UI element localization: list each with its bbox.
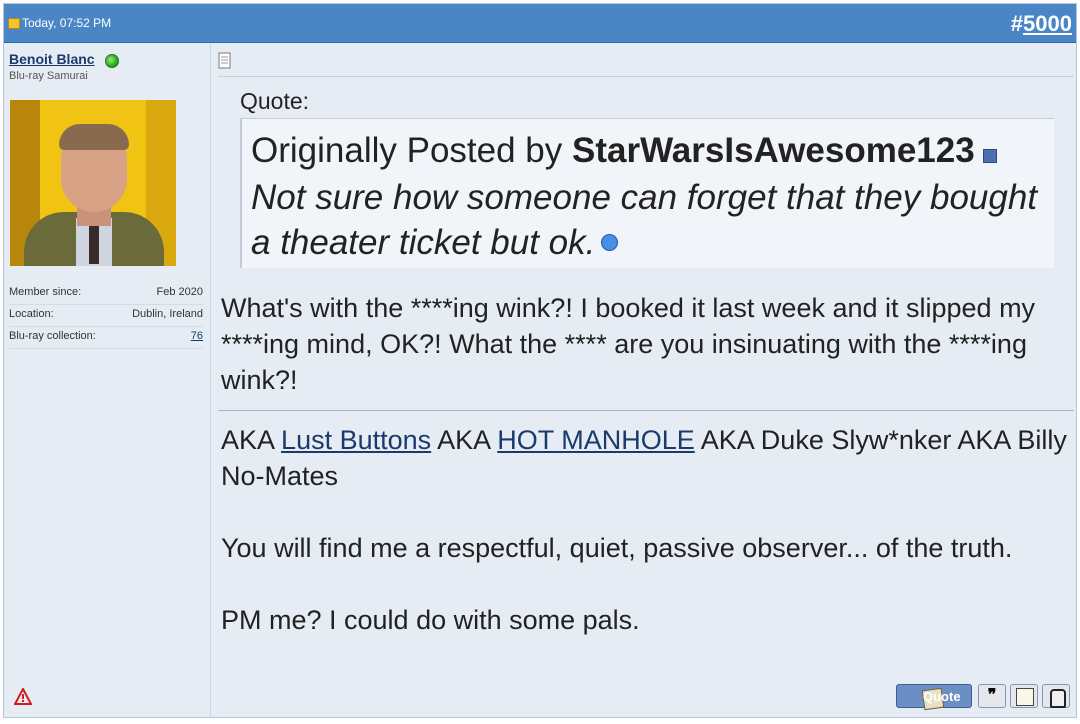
sig-aka-text-1: AKA [221, 425, 282, 455]
signature-line-2: You will find me a respectful, quiet, pa… [221, 533, 1013, 563]
multiquote-button[interactable]: ❞ [978, 684, 1006, 708]
signature-line-3: PM me? I could do with some pals. [221, 605, 640, 635]
post-date: Today, 07:52 PM [22, 16, 112, 30]
quote-prefix: Originally Posted by [251, 131, 572, 170]
sig-aka-text-2: AKA [431, 425, 498, 455]
member-since-value: Feb 2020 [156, 286, 203, 298]
post-number[interactable]: 5000 [1023, 11, 1072, 36]
wink-smiley-icon [601, 234, 619, 252]
location-label: Location: [9, 308, 54, 320]
post-date-icon [8, 18, 20, 29]
post-number-prefix: # [1010, 11, 1024, 36]
quote-button-label: Quote [923, 689, 961, 704]
avatar[interactable] [10, 100, 176, 266]
notepad-icon [1016, 688, 1034, 706]
collection-row: Blu-ray collection: 76 [9, 327, 203, 349]
collection-label: Blu-ray collection: [9, 330, 96, 342]
lust-buttons-link[interactable]: Lust Buttons [281, 425, 431, 455]
quote-text: Not sure how someone can forget that the… [251, 175, 1051, 265]
user-title: Blu-ray Samurai [9, 70, 88, 82]
member-since-row: Member since: Feb 2020 [9, 283, 203, 305]
thanks-button[interactable] [1042, 684, 1070, 708]
quote-box: Originally Posted by StarWarsIsAwesome12… [240, 118, 1054, 268]
user-meta: Member since: Feb 2020 Location: Dublin,… [9, 283, 203, 349]
location-row: Location: Dublin, Ireland [9, 305, 203, 327]
thumbs-up-icon [1050, 689, 1066, 708]
view-post-icon[interactable] [982, 148, 997, 163]
member-since-label: Member since: [9, 286, 82, 298]
online-status-icon [105, 54, 119, 68]
signature-aka-line: AKA Lust Buttons AKA HOT MANHOLE AKA Duk… [221, 422, 1076, 494]
post-number-link[interactable]: #5000 [1011, 11, 1072, 37]
forum-post: Today, 07:52 PM #5000 Benoit Blanc Blu-r… [3, 3, 1077, 718]
signature-divider [218, 410, 1074, 411]
hot-manhole-link[interactable]: HOT MANHOLE [497, 425, 695, 455]
user-info-panel: Benoit Blanc Blu-ray Samurai Member sinc… [4, 43, 211, 717]
quote-button[interactable]: Quote [896, 684, 972, 711]
collection-count-link[interactable]: 76 [191, 330, 203, 342]
report-post-icon[interactable] [14, 688, 32, 706]
content-divider-top [218, 76, 1074, 77]
username-link[interactable]: Benoit Blanc [9, 51, 95, 67]
quote-attribution: Originally Posted by StarWarsIsAwesome12… [251, 131, 997, 171]
quote-body: Not sure how someone can forget that the… [251, 178, 1038, 262]
post-document-icon [218, 52, 231, 69]
quote-author: StarWarsIsAwesome123 [571, 131, 975, 170]
quote-label: Quote: [240, 88, 310, 114]
signature: AKA Lust Buttons AKA HOT MANHOLE AKA Duk… [221, 422, 1076, 674]
quick-reply-button[interactable] [1010, 684, 1038, 708]
post-header: Today, 07:52 PM #5000 [4, 4, 1076, 43]
location-value: Dublin, Ireland [132, 308, 203, 320]
reply-text: What's with the ****ing wink?! I booked … [221, 293, 1036, 395]
